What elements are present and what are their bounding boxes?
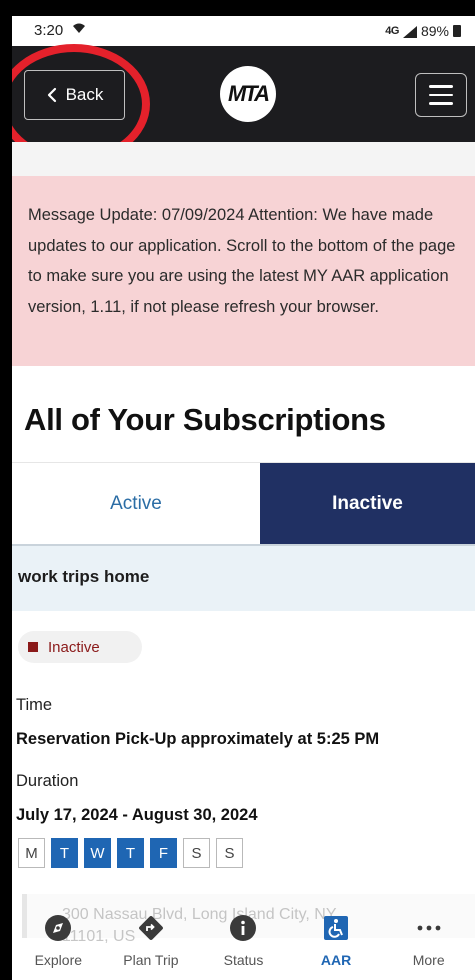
bottom-navigation: Explore Plan Trip Status AAR More: [12, 906, 475, 980]
nav-status-label: Status: [223, 952, 264, 968]
info-icon: [229, 914, 257, 942]
nav-explore[interactable]: Explore: [12, 906, 105, 980]
nav-aar-label: AAR: [320, 952, 352, 968]
directions-icon: [137, 914, 165, 942]
nav-explore-label: Explore: [34, 952, 83, 968]
duration-value: July 17, 2024 - August 30, 2024: [16, 806, 258, 824]
status-badge-label: Inactive: [48, 638, 100, 656]
more-dots-icon: [415, 914, 443, 942]
status-bar: 3:20 4G 89%: [12, 16, 475, 46]
day-wednesday: W: [84, 838, 111, 868]
menu-line-icon: [429, 102, 453, 105]
time-value: Reservation Pick-Up approximately at 5:2…: [16, 730, 380, 748]
status-badge: Inactive: [18, 631, 142, 663]
mta-logo[interactable]: MTA: [220, 66, 276, 122]
page-title: All of Your Subscriptions: [24, 402, 386, 437]
status-right: 4G 89%: [385, 23, 461, 39]
network-label: 4G: [385, 25, 399, 37]
status-time: 3:20: [34, 22, 64, 39]
subscription-header[interactable]: work trips home: [12, 544, 475, 611]
signal-icon: [402, 25, 417, 38]
day-thursday: T: [117, 838, 144, 868]
battery-icon: [453, 25, 461, 37]
app-frame: 3:20 4G 89% Back MTA Message Update: 07/…: [12, 16, 475, 980]
day-tuesday: T: [51, 838, 78, 868]
time-label: Time: [16, 696, 53, 714]
back-label: Back: [65, 85, 104, 104]
nav-more-label: More: [412, 952, 445, 968]
weekday-selector: M T W T F S S: [18, 838, 243, 868]
menu-line-icon: [429, 85, 453, 88]
nav-plan-trip-label: Plan Trip: [123, 952, 179, 968]
hamburger-menu-button[interactable]: [415, 73, 467, 117]
day-saturday: S: [183, 838, 210, 868]
inactive-square-icon: [28, 642, 38, 652]
subscription-name: work trips home: [18, 567, 150, 586]
tab-inactive[interactable]: Inactive: [260, 463, 475, 545]
compass-icon: [44, 914, 72, 942]
message-update-alert: Message Update: 07/09/2024 Attention: We…: [12, 176, 475, 366]
nav-more[interactable]: More: [382, 906, 475, 980]
app-header: Back MTA: [12, 46, 475, 142]
day-sunday: S: [216, 838, 243, 868]
alert-text: Message Update: 07/09/2024 Attention: We…: [28, 206, 456, 316]
day-monday: M: [18, 838, 45, 868]
header-spacer: [12, 142, 475, 176]
battery-percent: 89%: [420, 23, 449, 39]
back-button[interactable]: Back: [24, 70, 125, 120]
menu-line-icon: [429, 93, 453, 97]
duration-label: Duration: [16, 772, 79, 790]
nav-status[interactable]: Status: [197, 906, 290, 980]
day-friday: F: [150, 838, 177, 868]
subscription-tabs: Active Inactive: [12, 462, 475, 545]
wifi-icon: [72, 22, 86, 37]
chevron-left-icon: [47, 87, 56, 103]
nav-aar[interactable]: AAR: [290, 906, 383, 980]
accessible-icon: [322, 914, 350, 942]
tab-active[interactable]: Active: [12, 463, 260, 545]
nav-plan-trip[interactable]: Plan Trip: [105, 906, 198, 980]
